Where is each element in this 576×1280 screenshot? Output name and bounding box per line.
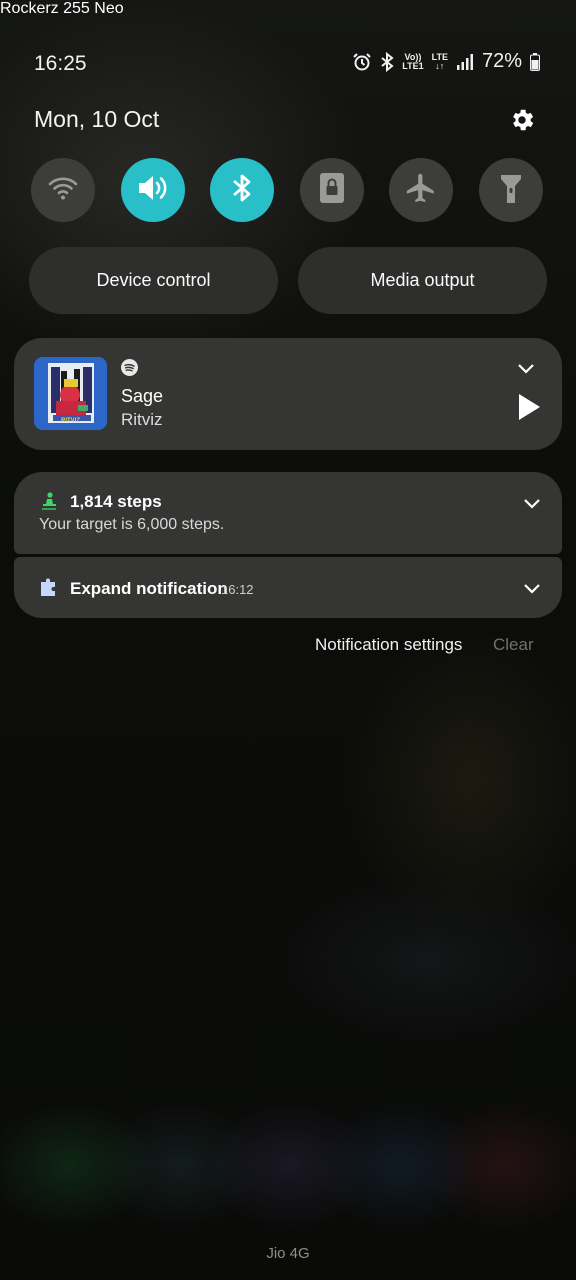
expand-notification-time: 16:12 bbox=[221, 582, 254, 597]
carrier-label: Jio 4G bbox=[266, 1245, 310, 1262]
battery-icon bbox=[530, 52, 540, 71]
status-time: 16:25 bbox=[34, 52, 87, 75]
settings-gear-icon[interactable] bbox=[508, 106, 536, 134]
screen-lock-tile[interactable] bbox=[300, 158, 364, 222]
artist-name: Ritviz bbox=[121, 410, 163, 429]
chevron-down-icon[interactable] bbox=[523, 582, 541, 600]
bluetooth-tile[interactable] bbox=[210, 158, 274, 222]
steps-title: 1,814 steps bbox=[70, 492, 162, 511]
bluetooth-status-icon bbox=[380, 51, 394, 72]
airplane-tile[interactable] bbox=[389, 158, 453, 222]
sound-icon bbox=[136, 173, 170, 208]
signal-icon bbox=[456, 53, 474, 71]
airplane-icon bbox=[404, 171, 438, 210]
spotify-icon bbox=[121, 359, 138, 381]
notification-settings-link[interactable]: Notification settings bbox=[315, 635, 462, 655]
lte-indicator: LTE ↓↑ bbox=[431, 51, 448, 71]
volte-indicator: Vo)) LTE1 bbox=[402, 51, 424, 71]
puzzle-piece-icon bbox=[39, 577, 59, 602]
alarm-icon bbox=[352, 52, 372, 72]
media-output-button[interactable]: Media output bbox=[298, 247, 547, 314]
steps-notification-card[interactable] bbox=[14, 472, 562, 554]
album-art: RITVIZ bbox=[34, 357, 107, 430]
flashlight-icon bbox=[498, 171, 524, 210]
date-label: Mon, 10 Oct bbox=[34, 106, 160, 132]
bluetooth-icon bbox=[230, 172, 254, 209]
media-app-label: Rockerz 255 Neo bbox=[0, 0, 124, 17]
battery-percent: 72% bbox=[481, 50, 522, 72]
wifi-icon bbox=[48, 175, 78, 206]
play-icon[interactable] bbox=[517, 393, 541, 426]
song-title: Sage bbox=[121, 386, 164, 406]
sound-tile[interactable] bbox=[121, 158, 185, 222]
chevron-down-icon[interactable] bbox=[517, 362, 535, 380]
wifi-tile[interactable] bbox=[31, 158, 95, 222]
flashlight-tile[interactable] bbox=[479, 158, 543, 222]
steps-subtitle: Your target is 6,000 steps. bbox=[39, 516, 225, 533]
expand-notification-title: Expand notification bbox=[70, 579, 228, 598]
screen-lock-icon bbox=[318, 171, 346, 210]
album-art-text: RITVIZ bbox=[61, 418, 80, 424]
device-control-button[interactable]: Device control bbox=[29, 247, 278, 314]
walking-person-icon bbox=[40, 492, 58, 515]
chevron-down-icon[interactable] bbox=[523, 497, 541, 515]
clear-button[interactable]: Clear bbox=[493, 635, 534, 655]
status-icons: Vo)) LTE1 LTE ↓↑ 72% bbox=[352, 50, 540, 73]
